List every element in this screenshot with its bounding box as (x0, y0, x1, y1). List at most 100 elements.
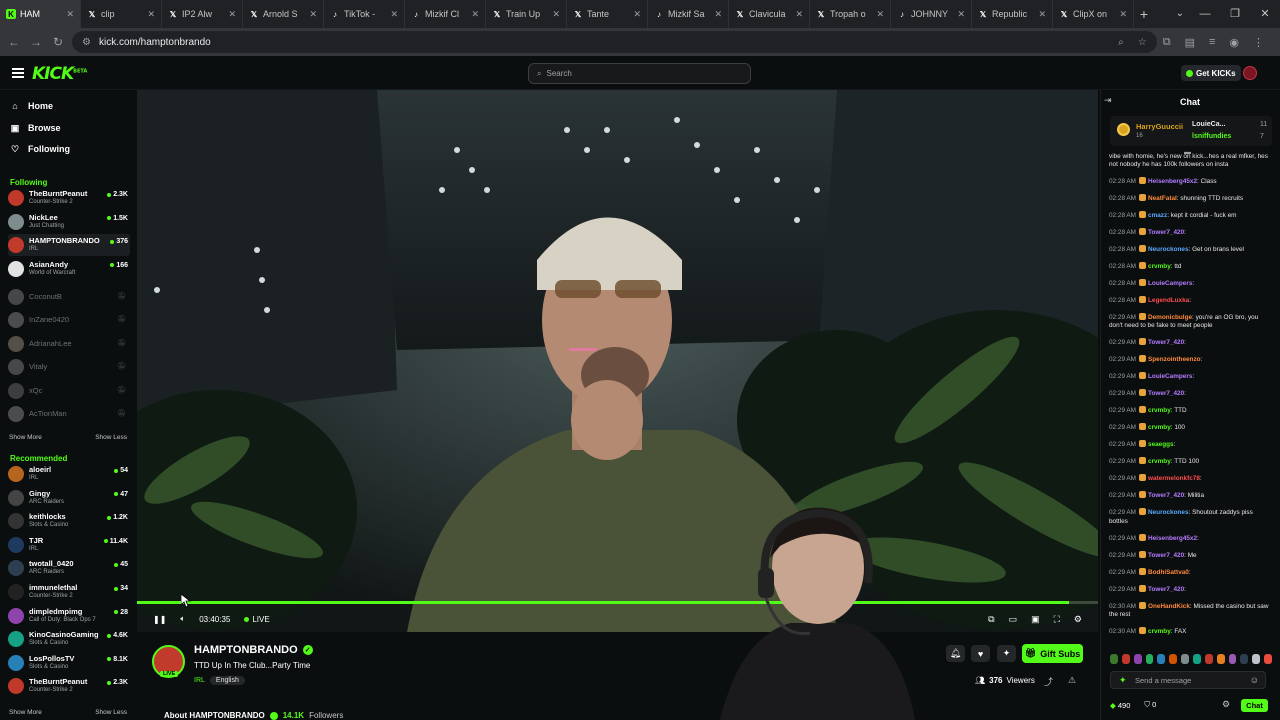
live-indicator[interactable]: LIVE (244, 615, 270, 624)
emote-icon[interactable] (1264, 654, 1272, 664)
close-tab-icon[interactable]: ✕ (1038, 9, 1046, 20)
nav-following[interactable]: ♡ Following (10, 144, 70, 155)
extensions-icon[interactable]: ⧉ (1163, 36, 1171, 49)
browser-tab[interactable]: 𝕏 ClipX on ✕ (1053, 0, 1134, 28)
chat-username[interactable]: Tower7_420 (1148, 339, 1184, 346)
chat-username[interactable]: LouieCampers (1148, 280, 1192, 287)
show-more-link[interactable]: Show More (9, 709, 42, 716)
close-tab-icon[interactable]: ✕ (390, 9, 398, 20)
close-tab-icon[interactable]: ✕ (1119, 9, 1127, 20)
sidebar-channel[interactable]: NickLee Just Chatting 1.5K (8, 211, 130, 233)
search-input[interactable]: ⌕ Search (528, 63, 751, 84)
emote-icon[interactable] (1145, 654, 1154, 664)
emote-icon[interactable] (1121, 654, 1130, 664)
chat-username[interactable]: Spenzointheenzo (1148, 356, 1201, 363)
channel-points[interactable]: ⛉ 0 (1144, 700, 1156, 710)
sidebar-channel[interactable]: Gingy ARC Raiders 47 (8, 487, 130, 509)
chat-settings-icon[interactable]: ⚙ (1222, 699, 1230, 710)
chat-username[interactable]: LouieCampers (1148, 373, 1192, 380)
sidebar-channel-offline[interactable]: Vitaly 🔕︎ (8, 356, 130, 378)
chat-username[interactable]: watermelonkfc78 (1148, 475, 1200, 482)
sidebar-channel-offline[interactable]: CoconutB 🔕︎ (8, 286, 130, 308)
sidebar-channel[interactable]: AsianAndy World of Warcraft 166 (8, 258, 130, 280)
sidebar-channel[interactable]: TJR IRL 11.4K (8, 534, 130, 556)
sidebar-channel-offline[interactable]: InZane0420 🔕︎ (8, 309, 130, 331)
close-window-icon[interactable]: ✕ (1250, 0, 1280, 28)
browser-tab[interactable]: 𝕏 Tante ✕ (567, 0, 648, 28)
user-avatar[interactable] (1243, 66, 1257, 80)
chat-username[interactable]: LegendLuxka (1148, 297, 1189, 304)
chat-username[interactable]: NeatFatal (1148, 195, 1177, 202)
close-tab-icon[interactable]: ✕ (714, 9, 722, 20)
kicks-balance[interactable]: ◆ 490 (1110, 701, 1130, 710)
chat-username[interactable]: crvmby (1148, 628, 1171, 635)
emote-icon[interactable] (1169, 654, 1178, 664)
seek-bar[interactable] (137, 601, 1098, 604)
gift-subs-button[interactable]: 🎁︎ Gift Subs (1022, 644, 1083, 663)
emoji-icon[interactable]: ☺ (1250, 675, 1259, 685)
hamburger-menu-icon[interactable] (12, 68, 24, 78)
browser-tab[interactable]: K HAM ✕ (0, 0, 81, 28)
close-tab-icon[interactable]: ✕ (633, 9, 641, 20)
pause-icon[interactable]: ❚❚ (153, 615, 166, 624)
chat-username[interactable]: Neurockones (1148, 246, 1189, 253)
sidebar-channel[interactable]: TheBurntPeanut Counter-Strike 2 2.3K (8, 187, 130, 209)
volume-icon[interactable]: 🔈︎ (180, 614, 185, 624)
subscribe-star-icon[interactable]: ✦ (997, 645, 1016, 662)
kick-logo[interactable]: KICKBETA (32, 64, 87, 84)
emote-icon[interactable] (1157, 654, 1166, 664)
sidebar-channel[interactable]: keithlocks Slots & Casino 1.2K (8, 510, 130, 532)
chat-username[interactable]: Tower7_420 (1148, 552, 1184, 559)
sidebar-channel[interactable]: dimpledmpimg Call of Duty: Black Ops 7 28 (8, 605, 130, 627)
sidebar-channel[interactable]: KinoCasinoGaming Slots & Casino 4.6K (8, 628, 130, 650)
tab-search-icon[interactable]: ⌄ (1176, 0, 1184, 28)
browser-tab[interactable]: 𝕏 IP2 Alw ✕ (162, 0, 243, 28)
chat-username[interactable]: Neurockones (1148, 509, 1189, 516)
bookmark-star-icon[interactable]: ☆ (1138, 37, 1147, 48)
profile-icon[interactable]: ◉ (1229, 36, 1239, 49)
back-icon[interactable]: ← (6, 35, 22, 49)
more-menu-icon[interactable]: ⋮ (1253, 36, 1264, 49)
share-icon[interactable]: ⤴ (1044, 675, 1053, 688)
chat-username[interactable]: seaeggs (1148, 441, 1174, 448)
show-more-link[interactable]: Show More (9, 434, 42, 441)
sidebar-channel[interactable]: immunelethal Counter-Strike 2 34 (8, 581, 130, 603)
sparkle-icon[interactable]: ✦ (1119, 675, 1127, 686)
close-tab-icon[interactable]: ✕ (552, 9, 560, 20)
nav-browse[interactable]: ▣ Browse (10, 123, 61, 134)
emote-icon[interactable] (1240, 654, 1249, 664)
sidebar-channel[interactable]: aloeirl IRL 54 (8, 463, 130, 485)
new-tab-icon[interactable]: + (1134, 6, 1154, 22)
emote-icon[interactable] (1216, 654, 1225, 664)
video-player[interactable] (137, 90, 1098, 632)
chat-username[interactable]: Tower7_420 (1148, 229, 1184, 236)
show-less-link[interactable]: Show Less (95, 434, 127, 441)
send-chat-button[interactable]: Chat (1241, 699, 1268, 712)
chat-username[interactable]: cmazz (1148, 212, 1167, 219)
maximize-icon[interactable]: ❐ (1220, 0, 1250, 28)
chat-username[interactable]: Tower7_420 (1148, 586, 1184, 593)
category-link[interactable]: IRL (194, 676, 205, 685)
close-tab-icon[interactable]: ✕ (147, 9, 155, 20)
forward-icon[interactable]: → (28, 35, 44, 49)
notification-bell-icon[interactable]: 🔔︎ (946, 645, 965, 662)
language-tag[interactable]: English (209, 676, 245, 685)
sidebar-channel-offline[interactable]: AcTionMan 🔕︎ (8, 403, 130, 425)
emote-icon[interactable] (1252, 654, 1261, 664)
chat-username[interactable]: crvmby (1148, 407, 1171, 414)
sidebar-channel[interactable]: HAMPTONBRANDO IRL 376 (8, 234, 130, 257)
zoom-icon[interactable]: ⌕ (1118, 37, 1124, 48)
emote-icon[interactable] (1228, 654, 1237, 664)
browser-tab[interactable]: ♪ TikTok - ✕ (324, 0, 405, 28)
chat-username[interactable]: Tower7_420 (1148, 390, 1184, 397)
sidebar-channel-offline[interactable]: AdrianahLee 🔕︎ (8, 333, 130, 355)
reload-icon[interactable]: ↻ (50, 35, 66, 49)
site-info-icon[interactable]: ⚙ (82, 37, 91, 48)
chat-username[interactable]: Demonicbulge (1148, 314, 1192, 321)
follow-heart-icon[interactable]: ♥ (971, 645, 990, 662)
emote-icon[interactable] (1181, 654, 1190, 664)
browser-tab[interactable]: ♪ Mizkif Sa ✕ (648, 0, 729, 28)
chat-username[interactable]: BodhiSattva0 (1148, 569, 1189, 576)
fullscreen-icon[interactable]: ⛶ (1054, 614, 1060, 625)
url-field[interactable]: ⚙ kick.com/hamptonbrando ⌕ ☆ (72, 31, 1157, 53)
